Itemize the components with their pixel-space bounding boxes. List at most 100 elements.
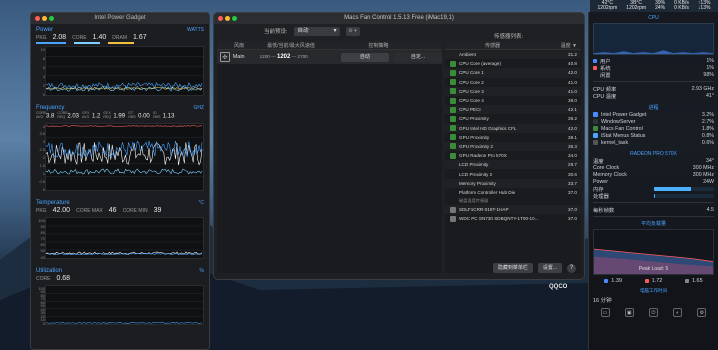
disk-name: SDLF1CRR-019T-1HAP [459,207,509,213]
y-tick-label: 70 [40,236,45,241]
traffic-lights[interactable] [35,16,54,21]
process-row[interactable]: iStat Menus Status 0.8% [593,132,714,139]
gpu-processor-bar [654,193,714,198]
fan-custom-button[interactable]: 自定... [393,52,442,62]
freq-item-label: GFX REQ [103,111,112,119]
menubar-stat-3[interactable]: 0 KB/s 0 KB/s [674,1,689,11]
disk-sensor-row[interactable]: SDLF1CRR-019T-1HAP 37.0 [445,205,581,215]
zoom-button[interactable] [232,16,237,21]
window-title: Intel Power Gadget [94,15,146,21]
freq-item: IO OBS 1.13 [153,111,175,119]
sensor-row[interactable]: Platform Controller Hub Die 37.0 [445,188,581,197]
sensor-row[interactable]: Ambient 31.2 [445,50,581,60]
blank-icon [450,162,456,168]
process-name: WindowServer [601,118,636,125]
monitor-icon[interactable]: ▣ [624,308,634,317]
sensor-row[interactable]: CPU Core 1 42.0 [445,68,581,78]
utilization-section-label: Utilization [36,267,63,274]
blank-icon [450,171,456,177]
temp-col-header[interactable]: 温度 ▼ [559,42,581,49]
fan-auto-button[interactable]: 自动 [340,52,389,62]
menubar-stat-4[interactable]: ↑13% ↓13% [698,1,711,11]
disk-sensor-row[interactable]: WDC PC SN730 SDBQNTY-1T00-10... 37.0 [445,214,581,223]
y-tick-label: 100 [38,217,45,223]
fan-min-speed: 1200 [259,54,270,59]
power-icon[interactable]: ⏻ [648,308,658,317]
sensor-temp: 31.2 [568,52,577,58]
sensor-temp: 37.0 [568,189,577,195]
gpu-processor-row: 处理器 [593,192,714,200]
menubar-stat-1[interactable]: 3B°C 1202rpm [626,1,646,11]
settings-button[interactable]: 设置... [537,263,562,273]
close-button[interactable] [35,16,40,21]
gear-menu-button[interactable]: ⚙ ▾ [345,26,360,36]
window-titlebar[interactable]: Intel Power Gadget [31,13,209,24]
fan-row-main[interactable]: ✣ Main 1200 — 1202 — 2700 自动 自定... [217,50,442,64]
sensor-row[interactable]: CPU Core 4 39.0 [445,96,581,105]
fps-label: 每秒帧数 [593,207,615,214]
y-tick-label: 1 [42,170,45,176]
menubar-stat-bottom: ↓13% [697,5,711,11]
cpu-temp-value: 41° [705,92,714,99]
sensor-temp: 42.0 [568,70,577,76]
istat-app-icon[interactable]: ◐ [673,308,683,317]
temp-core-min-label: CORE MIN [122,207,148,214]
disk-sensor-list: SDLF1CRR-019T-1HAP 37.0 WDC PC SN730 SDBQN… [445,205,581,223]
sensor-row[interactable]: LCD Proximity 29.7 [445,160,581,170]
power-section-label: Power [36,27,54,33]
y-tick-label: 1.5 [39,162,45,168]
menubar-stat-2[interactable]: 39% 24% [655,1,665,11]
sensor-row[interactable]: CPU PECI 42.1 [445,105,581,115]
sensor-row[interactable]: CPU Proximity 39.2 [445,114,581,123]
y-tick-label: 10 [40,47,45,52]
sensor-temp: 39.2 [568,116,577,122]
process-row[interactable]: Macs Fan Control 1.8% [593,125,714,132]
fans-table: 风扇 最低/当前/最大风速值 控制策略 ✣ Main 1200 — 1202 —… [217,41,442,273]
process-row[interactable]: kernel_task 0.6% [593,139,714,146]
sensor-row[interactable]: GPU Proximity 38.1 [445,133,581,142]
gear-icon[interactable]: ⚙ [697,308,707,317]
cpu-freq-value: 2.93 GHz [691,85,714,92]
zoom-button[interactable] [49,16,54,21]
sensor-name: GPU Intel HD Graphics CFL [459,125,517,131]
sensor-row[interactable]: GPU Intel HD Graphics CFL 42.0 [445,123,581,133]
y-tick-label: 80 [40,229,45,235]
sensor-name: GPU Radeon Pro 570X [459,153,507,159]
process-label-wrap: WindowServer [593,119,635,125]
chip-icon [450,69,456,76]
legend-swatch [604,278,609,283]
sensor-row[interactable]: Memory Proximity 33.7 [445,178,581,188]
sensor-row[interactable]: CPU Core (average) 40.8 [445,59,581,68]
window-icon[interactable]: ▭ [600,308,610,317]
sensor-row[interactable]: LCD Proximity 2 30.6 [445,169,581,178]
process-row[interactable]: Intel Power Gadget 3.2% [593,111,714,118]
sensor-row[interactable]: CPU Core 2 41.0 [445,78,581,87]
process-row[interactable]: WindowServer 2.7% [593,118,714,125]
sensor-row[interactable]: GPU Proximity 2 36.3 [445,141,581,152]
disk-icon [450,206,456,213]
sensor-row[interactable]: CPU Core 3 41.0 [445,86,581,96]
freq-item: GT OBS 0.00 [128,111,150,120]
istat-dock-icons: ▭ ▣ ⏻ ◐ ⚙ [593,308,714,317]
minimize-button[interactable] [225,16,230,21]
preset-select[interactable]: 自动 [293,26,340,36]
window-titlebar[interactable]: Macs Fan Control 1.5.13 Free (iMac19,1) [214,13,584,24]
process-cpu: 1.8% [701,125,714,132]
sensor-row[interactable]: GPU Radeon Pro 570X 34.0 [445,151,581,160]
fan-max-speed: 2700 [297,54,308,59]
freq-item: CORE REQ 2.03 [57,111,79,119]
help-button[interactable]: ? [567,263,576,273]
process-label-wrap: Intel Power Gadget [593,112,646,118]
close-button[interactable] [218,16,223,21]
traffic-lights[interactable] [218,16,237,21]
hide-to-menubar-button[interactable]: 隐藏到菜单栏 [492,263,533,273]
freq-item-value: 0.00 [138,113,150,120]
freq-item-label: CORE AVG [36,111,47,119]
menubar-stat-0[interactable]: 42°C 1202rpm [598,1,618,11]
istat-menus-panel: CPU 用户 1% 系统 1% 闲置 98% CPU 频率 2.93 GHz CPU 温度 4… [588,12,718,350]
cpu-temp-row: CPU 温度 41° [593,92,714,100]
intel-power-gadget-window: Intel Power Gadget Power WATTS PKG 2.08 CO… [30,12,210,350]
temp-core-min-value: 39 [153,206,162,214]
minimize-button[interactable] [42,16,47,21]
process-cpu: 2.7% [701,118,714,125]
